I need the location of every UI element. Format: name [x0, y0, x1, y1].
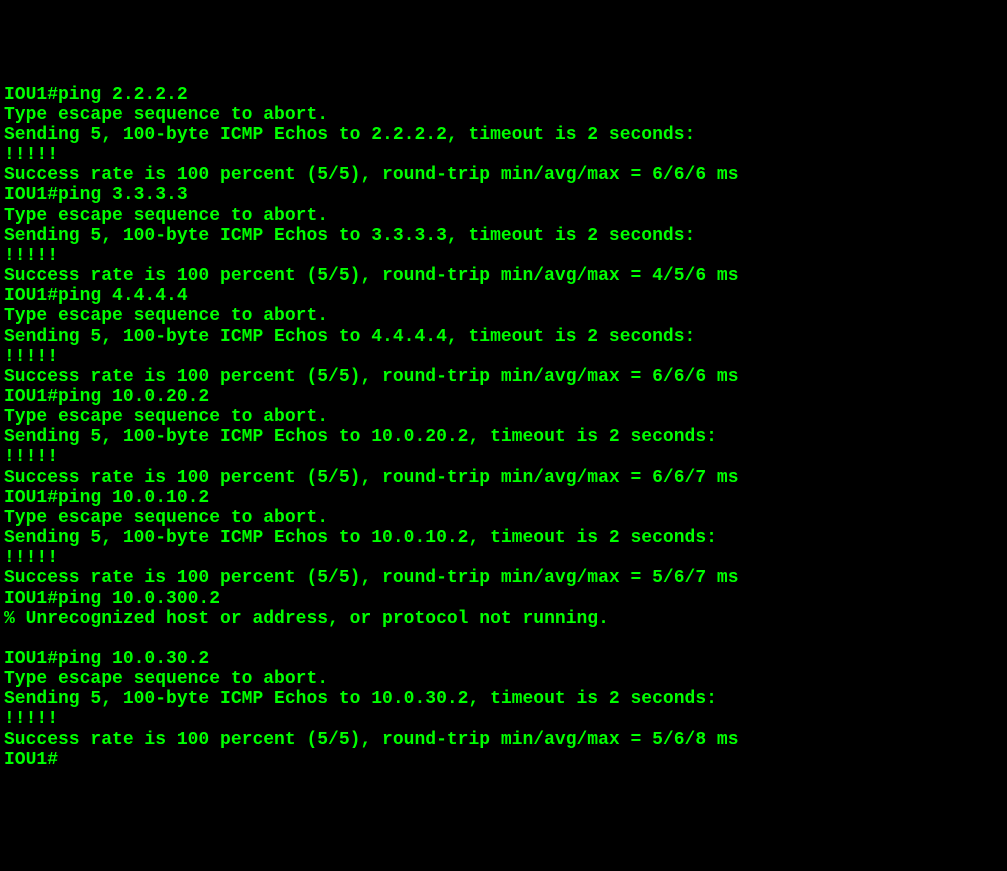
terminal-line: Success rate is 100 percent (5/5), round…	[4, 568, 1003, 588]
terminal-line: Success rate is 100 percent (5/5), round…	[4, 266, 1003, 286]
terminal-line: Type escape sequence to abort.	[4, 407, 1003, 427]
terminal-line: Sending 5, 100-byte ICMP Echos to 10.0.2…	[4, 427, 1003, 447]
terminal-line: !!!!!	[4, 347, 1003, 367]
terminal-line: IOU1#ping 10.0.20.2	[4, 387, 1003, 407]
terminal-line: !!!!!	[4, 709, 1003, 729]
terminal-line: IOU1#	[4, 750, 1003, 770]
terminal-line: Sending 5, 100-byte ICMP Echos to 10.0.1…	[4, 528, 1003, 548]
terminal-line: Type escape sequence to abort.	[4, 105, 1003, 125]
terminal-line: Sending 5, 100-byte ICMP Echos to 4.4.4.…	[4, 327, 1003, 347]
terminal-line: Success rate is 100 percent (5/5), round…	[4, 367, 1003, 387]
terminal-line: IOU1#ping 10.0.300.2	[4, 589, 1003, 609]
terminal-line: % Unrecognized host or address, or proto…	[4, 609, 1003, 629]
terminal-line: !!!!!	[4, 447, 1003, 467]
terminal-line: Type escape sequence to abort.	[4, 508, 1003, 528]
terminal-line: !!!!!	[4, 548, 1003, 568]
terminal-line: Type escape sequence to abort.	[4, 206, 1003, 226]
terminal-line: Success rate is 100 percent (5/5), round…	[4, 730, 1003, 750]
terminal-line: Sending 5, 100-byte ICMP Echos to 3.3.3.…	[4, 226, 1003, 246]
terminal-line: IOU1#ping 10.0.10.2	[4, 488, 1003, 508]
terminal-line: Type escape sequence to abort.	[4, 306, 1003, 326]
terminal-output[interactable]: IOU1#ping 2.2.2.2Type escape sequence to…	[4, 85, 1003, 770]
terminal-line: IOU1#ping 4.4.4.4	[4, 286, 1003, 306]
terminal-line: IOU1#ping 2.2.2.2	[4, 85, 1003, 105]
terminal-line: Success rate is 100 percent (5/5), round…	[4, 468, 1003, 488]
terminal-line: IOU1#ping 3.3.3.3	[4, 185, 1003, 205]
terminal-line: Sending 5, 100-byte ICMP Echos to 10.0.3…	[4, 689, 1003, 709]
terminal-line: Type escape sequence to abort.	[4, 669, 1003, 689]
terminal-line: IOU1#ping 10.0.30.2	[4, 649, 1003, 669]
terminal-line: !!!!!	[4, 145, 1003, 165]
terminal-line	[4, 629, 1003, 649]
terminal-line: Success rate is 100 percent (5/5), round…	[4, 165, 1003, 185]
terminal-line: Sending 5, 100-byte ICMP Echos to 2.2.2.…	[4, 125, 1003, 145]
terminal-line: !!!!!	[4, 246, 1003, 266]
